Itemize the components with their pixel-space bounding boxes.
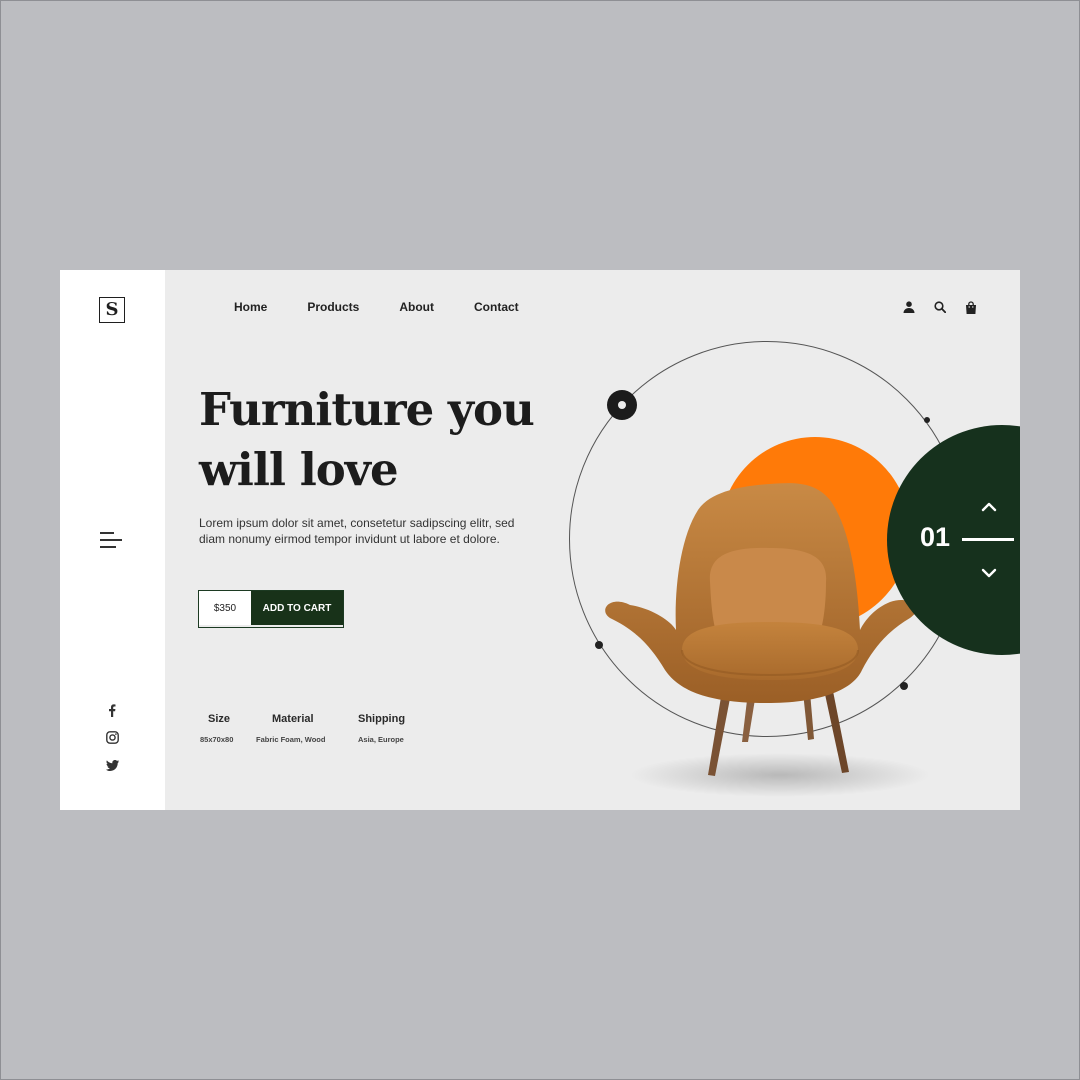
spec-label: Material [272, 713, 314, 725]
spec-value: Fabric Foam, Wood [256, 735, 326, 744]
headline-line-1: Furniture you [199, 383, 535, 436]
spec-label: Shipping [358, 713, 406, 725]
user-icon[interactable] [902, 300, 916, 314]
spec-size: Size 85x70x80 [200, 713, 233, 744]
landing-page: S Home Products About Contact Furniture … [60, 270, 1020, 810]
add-to-cart-button[interactable]: ADD TO CART [251, 591, 343, 625]
header-actions [902, 300, 978, 314]
spec-label: Size [208, 713, 231, 725]
nav-contact[interactable]: Contact [474, 300, 519, 314]
slide-up-chevron-icon[interactable] [980, 500, 998, 514]
armchair-image [605, 483, 930, 797]
menu-icon[interactable] [100, 532, 124, 550]
instagram-icon[interactable] [104, 729, 120, 745]
main-nav: Home Products About Contact [234, 300, 559, 314]
sidebar: S [60, 270, 165, 810]
add-to-cart-group: $350 ADD TO CART [198, 590, 344, 628]
spec-value: Asia, Europe [358, 735, 404, 744]
twitter-icon[interactable] [104, 757, 120, 773]
orbit-dot [924, 417, 930, 423]
slide-divider [962, 538, 1014, 541]
spec-shipping: Shipping Asia, Europe [358, 713, 405, 744]
shopping-bag-icon[interactable] [964, 300, 978, 314]
headline-line-2: will love [199, 443, 399, 496]
nav-products[interactable]: Products [307, 300, 359, 314]
brand-logo[interactable]: S [99, 297, 125, 323]
nav-about[interactable]: About [399, 300, 434, 314]
nav-home[interactable]: Home [234, 300, 267, 314]
price-label: $350 [199, 591, 251, 625]
spec-material: Material Fabric Foam, Wood [256, 713, 325, 744]
slide-number: 01 [920, 522, 951, 552]
spec-value: 85x70x80 [200, 735, 234, 744]
hero-description: Lorem ipsum dolor sit amet, consetetur s… [199, 516, 515, 546]
hero-headline: Furniture you will love [199, 380, 535, 500]
facebook-icon[interactable] [104, 702, 120, 718]
slide-down-chevron-icon[interactable] [980, 566, 998, 580]
orbit-knob [607, 390, 637, 420]
search-icon[interactable] [933, 300, 947, 314]
